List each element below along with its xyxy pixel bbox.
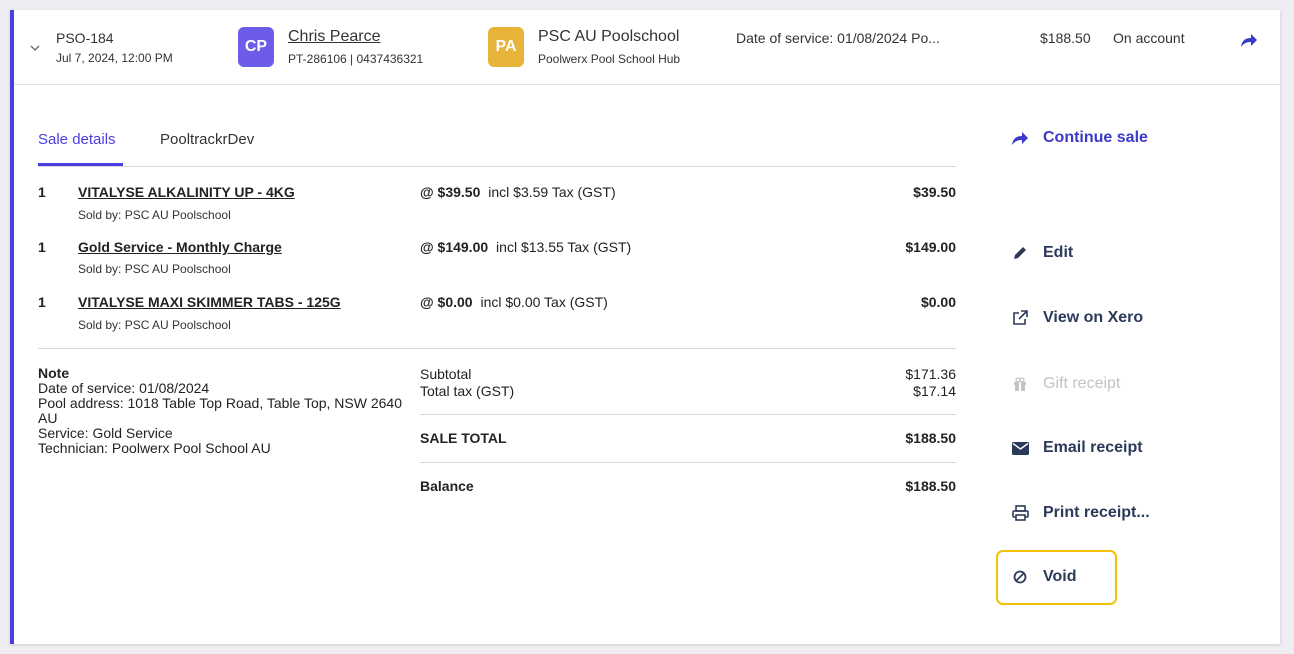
- sale-note: Note Date of service: 01/08/2024 Pool ad…: [38, 366, 418, 456]
- sale-card: PSO-184 Jul 7, 2024, 12:00 PM CP Chris P…: [10, 10, 1280, 644]
- item-name-link[interactable]: Gold Service - Monthly Charge: [78, 239, 282, 255]
- balance-value: $188.50: [905, 478, 956, 494]
- tab-pooltrackrdev[interactable]: PooltrackrDev: [160, 131, 254, 148]
- ban-icon: [1009, 567, 1031, 587]
- note-title: Note: [38, 365, 70, 381]
- sale-total-label: SALE TOTAL: [420, 430, 507, 446]
- subtotal-value: $171.36: [905, 366, 956, 382]
- tab-sale-details[interactable]: Sale details: [38, 131, 116, 148]
- item-name-link[interactable]: VITALYSE MAXI SKIMMER TABS - 125G: [78, 294, 341, 310]
- chevron-down-icon[interactable]: [30, 39, 40, 57]
- customer-name-link[interactable]: Chris Pearce: [288, 28, 380, 46]
- balance-label: Balance: [420, 478, 474, 494]
- note-line: Pool address: 1018 Table Top Road, Table…: [38, 395, 402, 411]
- pencil-icon: [1009, 243, 1031, 263]
- item-unit-price: @ $39.50 incl $3.59 Tax (GST): [420, 184, 616, 200]
- order-date: Jul 7, 2024, 12:00 PM: [56, 51, 173, 65]
- subtotal-label: Subtotal: [420, 366, 472, 382]
- customer-details: PT-286106 | 0437436321: [288, 52, 424, 66]
- payment-status: On account: [1113, 30, 1185, 46]
- note-line: Service: Gold Service: [38, 425, 173, 441]
- continue-sale-button[interactable]: Continue sale: [1009, 128, 1148, 148]
- items-divider: [38, 348, 956, 349]
- item-tax: incl $0.00 Tax (GST): [480, 294, 608, 310]
- share-arrow-icon: [1009, 128, 1031, 148]
- void-label: Void: [1043, 568, 1077, 585]
- summary-divider: [420, 462, 956, 463]
- edit-label: Edit: [1043, 244, 1074, 261]
- header-total: $188.50: [1040, 30, 1091, 46]
- continue-sale-label: Continue sale: [1043, 129, 1148, 146]
- note-line: Date of service: 01/08/2024: [38, 380, 210, 396]
- item-unit-price: @ $149.00 incl $13.55 Tax (GST): [420, 239, 631, 255]
- store-hub: Poolwerx Pool School Hub: [538, 52, 681, 66]
- share-arrow-icon[interactable]: [1240, 33, 1258, 53]
- email-receipt-label: Email receipt: [1043, 439, 1143, 456]
- print-receipt-button[interactable]: Print receipt...: [1009, 503, 1150, 523]
- void-button[interactable]: Void: [1009, 567, 1076, 587]
- edit-button[interactable]: Edit: [1009, 243, 1073, 263]
- gift-icon: [1009, 374, 1031, 394]
- item-tax: incl $3.59 Tax (GST): [488, 184, 616, 200]
- email-receipt-button[interactable]: Email receipt: [1009, 438, 1143, 458]
- summary-divider: [420, 414, 956, 415]
- store-name: PSC AU Poolschool: [538, 28, 680, 45]
- note-line: Technician: Poolwerx Pool School AU: [38, 440, 271, 456]
- tax-value: $17.14: [913, 383, 956, 399]
- gift-receipt-label: Gift receipt: [1043, 375, 1121, 392]
- tax-label: Total tax (GST): [420, 383, 515, 399]
- item-tax: incl $13.55 Tax (GST): [496, 239, 632, 255]
- item-sold-by: Sold by: PSC AU Poolschool: [78, 318, 231, 332]
- envelope-icon: [1009, 438, 1031, 458]
- customer-avatar: CP: [238, 27, 274, 67]
- item-unit-price: @ $0.00 incl $0.00 Tax (GST): [420, 294, 608, 310]
- tab-divider: [38, 166, 956, 167]
- item-price-value: @ $0.00: [420, 294, 473, 310]
- service-summary: Date of service: 01/08/2024 Po...: [736, 30, 940, 46]
- item-amount: $0.00: [920, 294, 956, 310]
- item-qty: 1: [38, 239, 46, 255]
- sale-total-value: $188.50: [905, 430, 956, 446]
- external-link-icon: [1009, 308, 1031, 328]
- sale-header-row[interactable]: PSO-184 Jul 7, 2024, 12:00 PM CP Chris P…: [14, 10, 1280, 85]
- note-line: AU: [38, 410, 58, 426]
- view-on-xero-button[interactable]: View on Xero: [1009, 308, 1143, 328]
- item-sold-by: Sold by: PSC AU Poolschool: [78, 262, 231, 276]
- store-avatar: PA: [488, 27, 524, 67]
- printer-icon: [1009, 503, 1031, 523]
- item-qty: 1: [38, 294, 46, 310]
- item-sold-by: Sold by: PSC AU Poolschool: [78, 208, 231, 222]
- print-receipt-label: Print receipt...: [1043, 504, 1150, 521]
- item-qty: 1: [38, 184, 46, 200]
- item-amount: $39.50: [913, 184, 956, 200]
- gift-receipt-button[interactable]: Gift receipt: [1009, 374, 1120, 394]
- view-on-xero-label: View on Xero: [1043, 309, 1144, 326]
- order-id: PSO-184: [56, 30, 114, 46]
- item-name-link[interactable]: VITALYSE ALKALINITY UP - 4KG: [78, 184, 295, 200]
- item-price-value: @ $149.00: [420, 239, 489, 255]
- item-amount: $149.00: [905, 239, 956, 255]
- item-price-value: @ $39.50: [420, 184, 481, 200]
